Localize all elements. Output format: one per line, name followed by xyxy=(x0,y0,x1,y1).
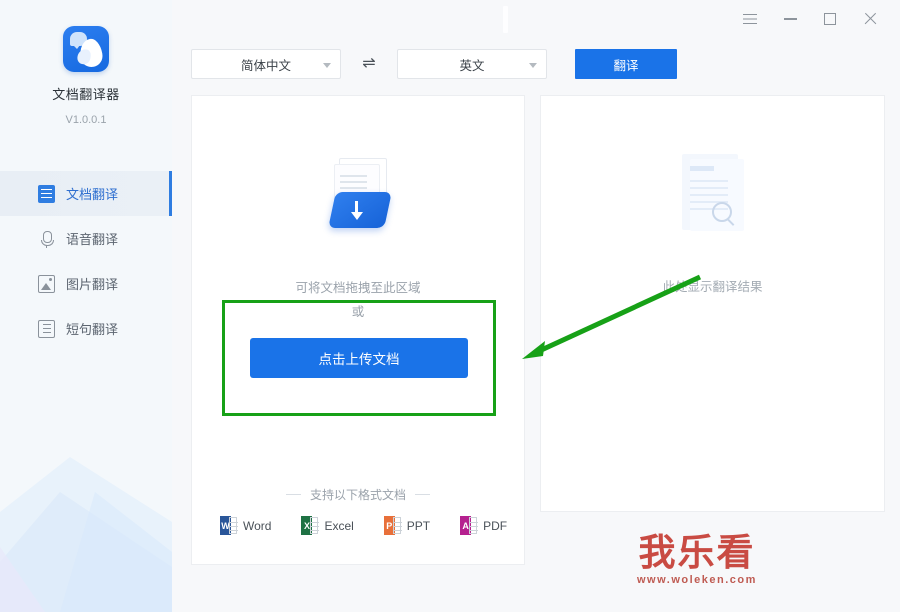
result-heading-shape xyxy=(689,166,714,171)
sidebar-item-document-translation[interactable]: 文档翻译 xyxy=(0,171,172,216)
microphone-icon xyxy=(38,230,55,248)
divider-right xyxy=(415,494,430,495)
source-language-value: 简体中文 xyxy=(240,58,291,73)
minimize-button[interactable] xyxy=(770,0,810,38)
source-language-select[interactable]: 简体中文 xyxy=(191,49,341,79)
translation-result-panel: 此处显示翻译结果 xyxy=(540,95,885,512)
sidebar-item-voice-translation[interactable]: 语音翻译 xyxy=(0,216,172,261)
chevron-down-icon xyxy=(323,63,331,68)
format-item-excel: X Excel xyxy=(301,516,354,535)
app-window: 文档翻译器 V1.0.0.1 文档翻译 语音翻译 图片翻译 短句翻译 简体中文 … xyxy=(0,0,900,612)
title-bar xyxy=(172,0,900,38)
format-label: PDF xyxy=(483,518,508,533)
divider-left xyxy=(285,494,301,495)
pdf-file-icon: A xyxy=(460,516,479,535)
file-grid-shape xyxy=(229,517,238,534)
ppt-file-icon: P xyxy=(383,516,402,535)
list-icon xyxy=(38,319,55,338)
translate-button[interactable]: 翻译 xyxy=(575,49,677,79)
sidebar-decoration xyxy=(0,457,172,612)
maximize-button[interactable] xyxy=(810,0,850,38)
maximize-icon xyxy=(824,13,836,25)
file-grid-shape xyxy=(392,517,402,534)
minimize-icon xyxy=(783,18,797,20)
sidebar-item-label: 图片翻译 xyxy=(66,277,119,292)
menu-button[interactable] xyxy=(730,0,770,38)
image-icon xyxy=(38,274,55,293)
document-upload-panel[interactable]: 可将文档拖拽至此区域 或 点击上传文档 支持以下格式文档 W Word X Ex… xyxy=(191,95,525,565)
watermark-url: www.woleken.com xyxy=(637,574,757,586)
sidebar-item-label: 文档翻译 xyxy=(66,187,119,202)
download-arrow-shape xyxy=(350,201,363,220)
or-text: 或 xyxy=(351,305,365,319)
supported-formats-list: W Word X Excel P PPT A PDF xyxy=(220,516,507,535)
supported-formats-title: 支持以下格式文档 xyxy=(192,486,524,503)
target-language-select[interactable]: 英文 xyxy=(397,49,547,79)
watermark-title: 我乐看 xyxy=(638,531,756,574)
format-item-ppt: P PPT xyxy=(383,516,431,535)
window-controls xyxy=(730,0,890,38)
paper-lines-shape xyxy=(340,175,367,177)
file-grid-shape xyxy=(310,517,320,534)
file-grid-shape xyxy=(469,517,479,534)
language-toolbar: 简体中文 ⇌ 英文 翻译 xyxy=(191,49,677,79)
word-file-icon: W xyxy=(220,516,238,535)
format-label: Excel xyxy=(324,518,354,533)
upload-document-button[interactable]: 点击上传文档 xyxy=(250,338,468,378)
sidebar: 文档翻译器 V1.0.0.1 文档翻译 语音翻译 图片翻译 短句翻译 xyxy=(0,0,172,612)
swap-languages-icon[interactable]: ⇌ xyxy=(341,56,397,72)
sidebar-nav: 文档翻译 语音翻译 图片翻译 短句翻译 xyxy=(0,171,172,351)
upload-document-icon xyxy=(315,158,401,240)
app-branding: 文档翻译器 V1.0.0.1 xyxy=(0,0,172,126)
text-cursor-mark xyxy=(503,6,508,33)
format-label: PPT xyxy=(406,518,431,533)
result-lines-shape xyxy=(689,180,728,182)
chevron-down-icon xyxy=(529,63,537,68)
drop-hint-text: 可将文档拖拽至此区域 xyxy=(295,281,421,295)
sidebar-item-image-translation[interactable]: 图片翻译 xyxy=(0,261,172,306)
close-icon xyxy=(863,12,877,26)
hamburger-menu-icon xyxy=(743,13,757,25)
app-version: V1.0.0.1 xyxy=(65,114,107,126)
format-label: Word xyxy=(243,518,272,533)
sidebar-item-label: 语音翻译 xyxy=(66,232,119,247)
result-placeholder-text: 此处显示翻译结果 xyxy=(662,280,763,294)
excel-file-icon: X xyxy=(301,516,320,535)
format-item-word: W Word xyxy=(220,516,271,535)
document-search-icon xyxy=(676,154,750,238)
magnifier-shape xyxy=(711,202,732,222)
format-item-pdf: A PDF xyxy=(460,516,507,535)
watermark: 我乐看 www.woleken.com xyxy=(637,534,757,586)
folder-shape xyxy=(328,192,392,228)
close-button[interactable] xyxy=(850,0,890,38)
app-logo-icon xyxy=(63,26,109,72)
sidebar-item-label: 短句翻译 xyxy=(66,322,119,337)
target-language-value: 英文 xyxy=(459,58,485,73)
document-icon xyxy=(38,184,55,203)
formats-title-text: 支持以下格式文档 xyxy=(309,488,406,502)
sidebar-item-phrase-translation[interactable]: 短句翻译 xyxy=(0,306,172,351)
app-name: 文档翻译器 xyxy=(52,87,120,102)
